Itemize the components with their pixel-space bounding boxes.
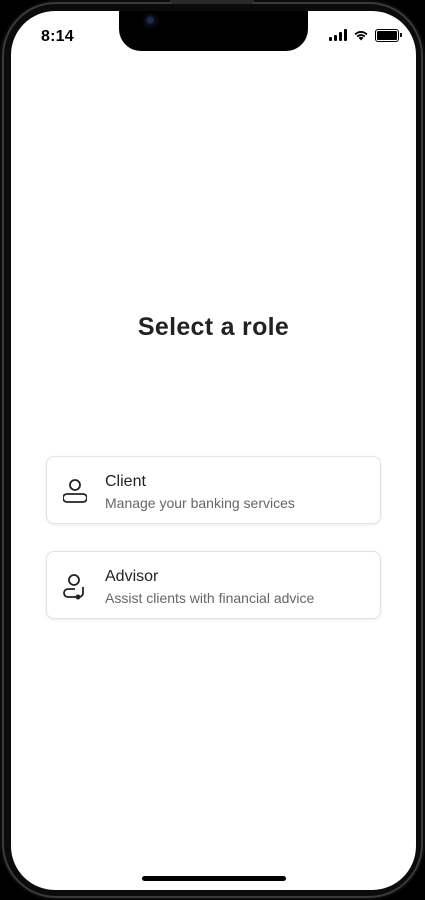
notch: [119, 11, 308, 51]
screen: 8:14 Select a role Client Manage your ba…: [11, 11, 416, 890]
role-name: Advisor: [105, 568, 159, 585]
battery-icon: [375, 28, 402, 42]
role-card-advisor[interactable]: Advisor Assist clients with financial ad…: [46, 551, 381, 619]
status-time: 8:14: [41, 28, 74, 45]
device-top-button: [170, 0, 254, 4]
front-camera: [143, 13, 159, 29]
user-icon: [63, 479, 87, 503]
home-indicator[interactable]: [142, 876, 286, 881]
user-headset-icon: [63, 574, 84, 600]
device-frame: 8:14 Select a role Client Manage your ba…: [0, 0, 425, 900]
status-icons: [329, 28, 402, 42]
page-title: Select a role: [137, 313, 290, 341]
battery-fill: [377, 30, 397, 40]
role-description: Assist clients with financial advice: [105, 590, 315, 606]
role-name: Client: [105, 473, 146, 490]
wifi-icon: [354, 31, 368, 41]
cellular-signal-icon: [329, 29, 347, 41]
role-description: Manage your banking services: [105, 495, 295, 511]
role-card-client[interactable]: Client Manage your banking services: [46, 456, 381, 524]
